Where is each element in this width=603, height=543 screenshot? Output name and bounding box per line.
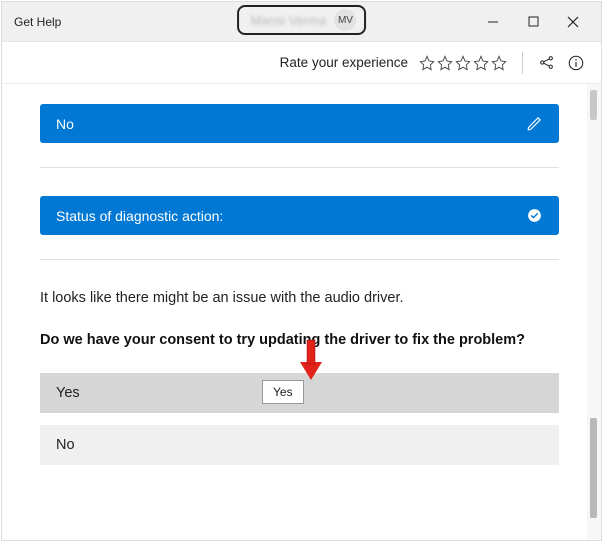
scrollbar-thumb[interactable] (590, 90, 597, 120)
profile-name: Mansi Verma (251, 13, 327, 28)
content-area: No Status of diagnostic action: It looks… (2, 84, 587, 540)
star-1[interactable] (418, 54, 436, 72)
minimize-button[interactable] (473, 6, 513, 38)
diagnostic-status-bar[interactable]: Status of diagnostic action: (40, 196, 559, 235)
info-button[interactable] (565, 52, 587, 74)
separator (522, 52, 523, 74)
window-controls (473, 6, 593, 38)
star-3[interactable] (454, 54, 472, 72)
edit-icon (526, 115, 543, 132)
issue-text: It looks like there might be an issue wi… (40, 288, 559, 308)
check-circle-icon (526, 207, 543, 224)
option-no[interactable]: No (40, 425, 559, 465)
minimize-icon (487, 16, 499, 28)
app-title: Get Help (14, 15, 61, 29)
avatar: MV (334, 9, 356, 31)
star-4[interactable] (472, 54, 490, 72)
previous-answer-bar[interactable]: No (40, 104, 559, 143)
maximize-icon (528, 16, 539, 27)
option-yes-label: Yes (56, 385, 80, 401)
rating-stars (418, 54, 508, 72)
divider (40, 259, 559, 260)
star-2[interactable] (436, 54, 454, 72)
tooltip-text: Yes (273, 385, 293, 399)
profile-chip[interactable]: Mansi Verma MV (237, 5, 367, 35)
share-icon (538, 54, 555, 71)
close-icon (567, 16, 579, 28)
star-5[interactable] (490, 54, 508, 72)
tooltip: Yes (262, 380, 304, 404)
maximize-button[interactable] (513, 6, 553, 38)
divider (40, 167, 559, 168)
scrollbar[interactable] (587, 84, 601, 540)
close-button[interactable] (553, 6, 593, 38)
rate-label: Rate your experience (280, 55, 408, 70)
consent-question: Do we have your consent to try updating … (40, 330, 530, 350)
previous-answer-label: No (56, 116, 74, 132)
titlebar: Get Help Mansi Verma MV (2, 2, 601, 42)
option-no-label: No (56, 437, 75, 453)
diagnostic-status-label: Status of diagnostic action: (56, 208, 223, 224)
scrollbar-thumb[interactable] (590, 418, 597, 518)
share-button[interactable] (535, 52, 557, 74)
rating-toolbar: Rate your experience (2, 42, 601, 84)
info-icon (567, 54, 585, 72)
